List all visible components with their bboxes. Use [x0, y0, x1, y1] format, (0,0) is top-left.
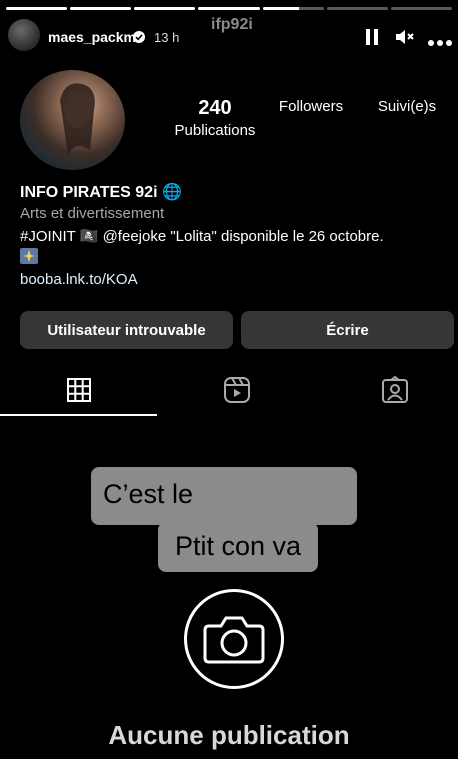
- profile-picture[interactable]: [20, 70, 125, 170]
- story-username[interactable]: maes_packm: [48, 29, 136, 45]
- following-label[interactable]: Suivi(e)s: [366, 98, 448, 115]
- profile-category: Arts et divertissement: [20, 205, 165, 222]
- user-not-found-button[interactable]: Utilisateur introuvable: [20, 311, 233, 349]
- mute-icon[interactable]: [395, 28, 415, 51]
- posts-count: 240: [198, 97, 232, 119]
- verified-badge-icon: [133, 31, 145, 43]
- grid-icon[interactable]: [64, 375, 94, 405]
- story-progress-segment: [6, 7, 68, 10]
- story-timestamp: 13 h: [154, 30, 180, 45]
- empty-state-title: Aucune publication: [108, 720, 350, 750]
- reels-icon[interactable]: [222, 375, 252, 405]
- story-progress-segment: [262, 7, 324, 10]
- followers-label[interactable]: Followers: [266, 98, 356, 115]
- story-progress-segment: [390, 7, 452, 10]
- camera-icon: [184, 589, 284, 689]
- sticker-line-1: C’est le bloqueeeeyyy: [91, 467, 357, 563]
- story-progress-bar: [6, 7, 452, 10]
- profile-name: INFO PIRATES 92i 🌐: [20, 184, 182, 201]
- story-avatar[interactable]: [8, 19, 40, 51]
- profile-bio: #JOINIT 🏴‍☠️ @feejoke "Lolita" disponibl…: [20, 228, 384, 245]
- posts-label: Publications: [174, 122, 256, 139]
- sticker-line-2: Ptit con va: [158, 522, 318, 572]
- tagged-icon[interactable]: [380, 375, 410, 405]
- sparkle-emoji-icon: [20, 248, 38, 264]
- story-progress-segment: [70, 7, 132, 10]
- story-progress-segment: [134, 7, 196, 10]
- watermark-text: ifp92i: [211, 16, 253, 33]
- message-button[interactable]: Écrire: [241, 311, 454, 349]
- story-progress-segment: [198, 7, 260, 10]
- more-options-icon[interactable]: [428, 34, 452, 52]
- pause-icon[interactable]: [364, 28, 380, 51]
- story-progress-segment: [326, 7, 388, 10]
- profile-link[interactable]: booba.lnk.to/KOA: [20, 271, 138, 288]
- active-tab-indicator: [0, 414, 157, 416]
